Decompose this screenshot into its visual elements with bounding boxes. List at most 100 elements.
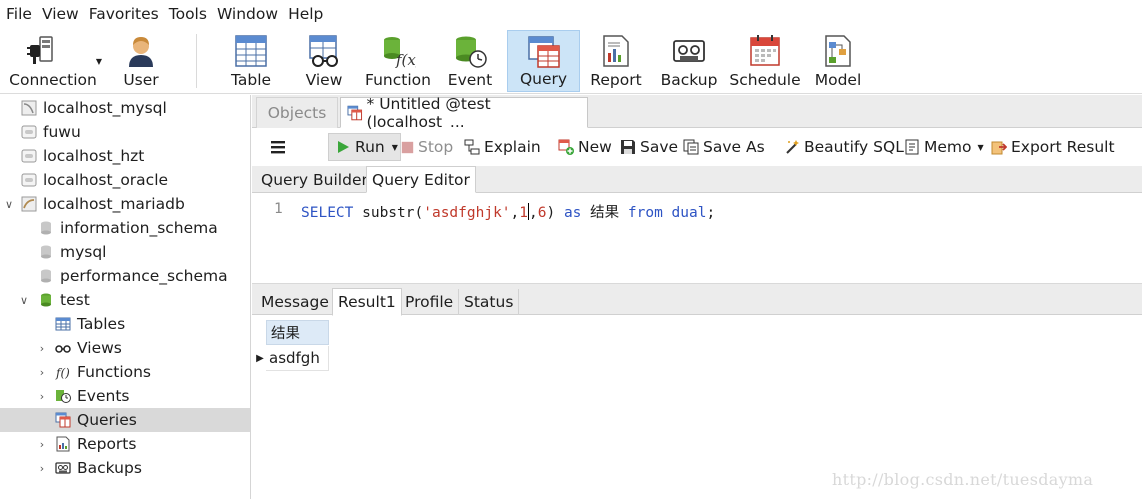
object-item-reports[interactable]: › Reports bbox=[0, 432, 250, 456]
chevron-down-icon[interactable]: ▼ bbox=[96, 57, 102, 66]
database-item[interactable]: performance_schema bbox=[0, 264, 250, 288]
chevron-right-icon[interactable]: › bbox=[36, 462, 48, 475]
sql-editor[interactable]: 1 SELECT substr('asdfghjk',1,6) as 结果 fr… bbox=[252, 193, 1142, 283]
menu-help[interactable]: Help bbox=[283, 0, 328, 28]
explain-label: Explain bbox=[484, 138, 541, 156]
connection-label: localhost_mariadb bbox=[43, 195, 185, 213]
tab-label: Message bbox=[261, 293, 329, 311]
export-result-button[interactable]: Export Result bbox=[991, 133, 1115, 161]
hamburger-icon bbox=[271, 141, 285, 154]
chevron-right-icon[interactable]: › bbox=[36, 390, 48, 403]
menu-view[interactable]: View bbox=[37, 0, 84, 28]
report-label: Report bbox=[590, 71, 642, 89]
query-icon bbox=[347, 105, 363, 120]
model-button[interactable]: Model bbox=[813, 30, 863, 92]
database-label: test bbox=[60, 291, 90, 309]
new-label: New bbox=[578, 138, 612, 156]
navigator-pane: localhost_mysql fuwu localhost_hzt local… bbox=[0, 95, 251, 499]
tab-profile[interactable]: Profile bbox=[400, 289, 460, 315]
run-button[interactable]: Run ▼ bbox=[328, 133, 401, 161]
connection-item[interactable]: localhost_oracle bbox=[0, 168, 250, 192]
menu-favorites[interactable]: Favorites bbox=[84, 0, 164, 28]
object-item-queries[interactable]: Queries bbox=[0, 408, 250, 432]
database-item[interactable]: mysql bbox=[0, 240, 250, 264]
beautify-sql-button[interactable]: Beautify SQL bbox=[784, 133, 904, 161]
hamburger-menu-button[interactable] bbox=[270, 133, 286, 161]
chevron-down-icon[interactable]: ∨ bbox=[18, 294, 30, 307]
menu-window[interactable]: Window bbox=[212, 0, 283, 28]
explain-button[interactable]: Explain bbox=[464, 133, 541, 161]
tab-result1[interactable]: Result1 bbox=[332, 288, 402, 316]
object-item-events[interactable]: › Events bbox=[0, 384, 250, 408]
memo-button[interactable]: Memo ▼ bbox=[904, 133, 984, 161]
run-label: Run bbox=[355, 138, 385, 156]
object-item-views[interactable]: › Views bbox=[0, 336, 250, 360]
tab-label: Status bbox=[464, 293, 514, 311]
sql-text: substr( bbox=[353, 205, 424, 221]
backup-button[interactable]: Backup bbox=[661, 30, 717, 92]
save-as-button[interactable]: Save As bbox=[683, 133, 765, 161]
save-button[interactable]: Save bbox=[620, 133, 678, 161]
tab-untitled-query[interactable]: * Untitled @test (localhost_... bbox=[340, 95, 588, 131]
event-label: Event bbox=[447, 71, 493, 89]
report-icon bbox=[56, 436, 70, 452]
database-item[interactable]: information_schema bbox=[0, 216, 250, 240]
chevron-right-icon[interactable]: › bbox=[36, 342, 48, 355]
event-button[interactable]: Event bbox=[448, 30, 492, 92]
menu-file[interactable]: File bbox=[0, 0, 37, 28]
save-as-icon bbox=[683, 139, 699, 155]
connection-item[interactable]: fuwu bbox=[0, 120, 250, 144]
connection-item[interactable]: ∨ localhost_mariadb bbox=[0, 192, 250, 216]
user-icon bbox=[129, 37, 153, 67]
line-gutter: 1 bbox=[252, 193, 296, 283]
sql-text: ) bbox=[546, 205, 564, 221]
table-button[interactable]: Table bbox=[226, 30, 276, 92]
tab-query-builder[interactable]: Query Builder bbox=[256, 166, 373, 193]
sql-text: , bbox=[510, 205, 520, 221]
tab-message[interactable]: Message bbox=[256, 289, 335, 315]
query-label: Query bbox=[519, 70, 568, 88]
connection-item[interactable]: localhost_mysql bbox=[0, 96, 250, 120]
database-item[interactable]: ∨ test bbox=[0, 288, 250, 312]
view-button[interactable]: View bbox=[302, 30, 346, 92]
tab-status[interactable]: Status bbox=[459, 289, 520, 315]
user-label: User bbox=[123, 71, 159, 89]
chevron-right-icon[interactable]: › bbox=[36, 366, 48, 379]
function-button[interactable]: f(x) Function bbox=[364, 30, 432, 92]
stop-button[interactable]: Stop bbox=[401, 133, 453, 161]
chevron-down-icon[interactable]: ▼ bbox=[392, 143, 398, 152]
query-button[interactable]: Query bbox=[507, 30, 580, 92]
table-cell[interactable]: asdfgh bbox=[266, 346, 329, 371]
object-item-backups[interactable]: › Backups bbox=[0, 456, 250, 480]
tab-label: Profile bbox=[405, 293, 454, 311]
connection-button[interactable]: ▼ Connection bbox=[6, 30, 102, 92]
object-item-functions[interactable]: › f() Functions bbox=[0, 360, 250, 384]
new-query-button[interactable]: New bbox=[558, 133, 612, 161]
chevron-right-icon[interactable]: › bbox=[36, 438, 48, 451]
sql-text: ; bbox=[706, 205, 716, 221]
connection-item[interactable]: localhost_hzt bbox=[0, 144, 250, 168]
table-icon bbox=[55, 317, 71, 331]
database-icon bbox=[41, 221, 51, 235]
sql-code-line[interactable]: SELECT substr('asdfghjk',1,6) as 结果 from… bbox=[301, 201, 715, 222]
tab-objects[interactable]: Objects bbox=[256, 97, 338, 128]
mariadb-connection-icon bbox=[21, 196, 37, 212]
save-icon bbox=[621, 140, 635, 154]
plug-icon bbox=[26, 36, 53, 64]
user-button[interactable]: User bbox=[118, 30, 164, 92]
report-button[interactable]: Report bbox=[590, 30, 642, 92]
object-label: Events bbox=[77, 387, 130, 405]
sql-keyword: SELECT bbox=[301, 205, 354, 221]
menu-tools[interactable]: Tools bbox=[164, 0, 212, 28]
connection-label: localhost_oracle bbox=[43, 171, 169, 189]
memo-label: Memo bbox=[924, 138, 972, 156]
chevron-down-icon[interactable]: ∨ bbox=[3, 198, 15, 211]
object-item-tables[interactable]: Tables bbox=[0, 312, 250, 336]
view-icon bbox=[309, 35, 338, 67]
line-number: 1 bbox=[274, 201, 283, 217]
chevron-down-icon[interactable]: ▼ bbox=[978, 143, 984, 152]
tab-query-editor[interactable]: Query Editor bbox=[366, 166, 476, 193]
column-header[interactable]: 结果 bbox=[266, 320, 329, 345]
schedule-button[interactable]: Schedule bbox=[729, 30, 801, 92]
